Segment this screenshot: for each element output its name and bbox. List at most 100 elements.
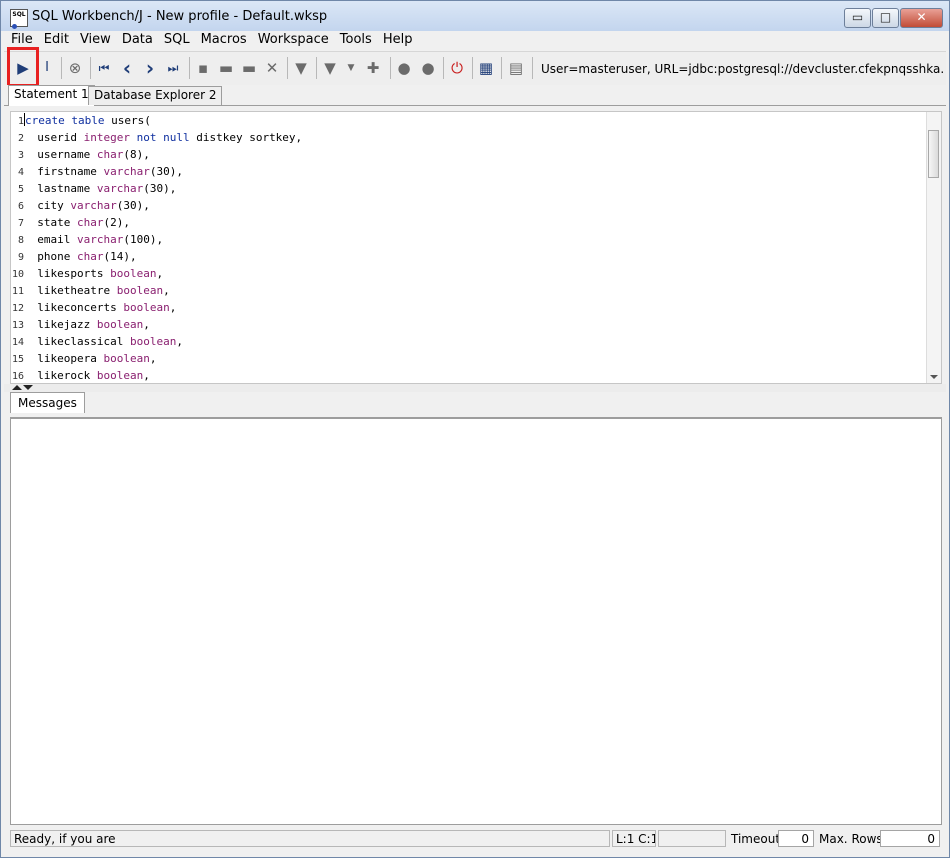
- tab-messages[interactable]: Messages: [10, 392, 85, 413]
- code-token: boolean: [103, 352, 150, 365]
- sql-workbench-app-icon: SQL: [10, 9, 28, 29]
- code-token: varchar: [103, 165, 150, 178]
- toolbar-separator: [501, 57, 502, 79]
- execute-current-icon[interactable]: Ⅰ: [36, 57, 58, 79]
- code-line[interactable]: 2 userid integer not null distkey sortke…: [11, 129, 302, 146]
- toolbar-separator: [532, 57, 533, 79]
- menu-macros[interactable]: Macros: [194, 31, 251, 49]
- code-token: not: [136, 131, 157, 144]
- close-button[interactable]: ✕: [900, 8, 943, 28]
- code-line[interactable]: 12 likeconcerts boolean,: [11, 299, 176, 316]
- maximize-button[interactable]: □: [872, 8, 899, 28]
- save-changes-icon[interactable]: ▪: [192, 57, 214, 79]
- line-number: 9: [17, 252, 24, 263]
- collapse-up-arrow-icon[interactable]: [12, 385, 22, 390]
- menu-data[interactable]: Data: [115, 31, 157, 49]
- code-line[interactable]: 3 username char(8),: [11, 146, 150, 163]
- messages-area[interactable]: [10, 417, 942, 825]
- minimize-button[interactable]: ▭: [844, 8, 871, 28]
- delete-row-icon[interactable]: ✕: [261, 57, 283, 79]
- code-token: phone: [24, 250, 77, 263]
- line-number: 16: [11, 371, 24, 382]
- code-line[interactable]: 4 firstname varchar(30),: [11, 163, 183, 180]
- max-rows-label: Max. Rows:: [819, 832, 887, 846]
- line-number: 8: [17, 235, 24, 246]
- toolbar-separator: [189, 57, 190, 79]
- pane-splitter[interactable]: [4, 384, 946, 392]
- code-token: email: [24, 233, 77, 246]
- pin-icon[interactable]: ✚: [362, 57, 384, 79]
- code-line[interactable]: 6 city varchar(30),: [11, 197, 150, 214]
- timeout-input[interactable]: 0: [778, 830, 814, 847]
- table-icon[interactable]: ▦: [475, 57, 497, 79]
- tab-statement-1[interactable]: Statement 1: [8, 85, 95, 106]
- max-rows-input[interactable]: 0: [880, 830, 940, 847]
- line-number: 5: [17, 184, 24, 195]
- disconnect-icon[interactable]: ⏻: [446, 57, 468, 79]
- status-message: Ready, if you are: [10, 830, 610, 847]
- rollback-icon[interactable]: ●: [417, 57, 439, 79]
- tab-database-explorer-2[interactable]: Database Explorer 2: [88, 86, 223, 105]
- code-line[interactable]: 8 email varchar(100),: [11, 231, 163, 248]
- first-statement-icon[interactable]: ⏮: [93, 57, 115, 79]
- menu-sql[interactable]: SQL: [157, 31, 194, 49]
- line-number: 7: [17, 218, 24, 229]
- line-number: 2: [17, 133, 24, 144]
- toolbar-separator: [316, 57, 317, 79]
- commit-icon[interactable]: ●: [393, 57, 415, 79]
- chevron-down-icon[interactable]: ▼: [340, 57, 362, 79]
- application-window: SQL SQL Workbench/J - New profile - Defa…: [0, 0, 950, 858]
- code-token: (30),: [149, 165, 183, 178]
- code-token: likejazz: [24, 318, 97, 331]
- scrollbar-thumb[interactable]: [928, 130, 939, 178]
- collapse-down-arrow-icon[interactable]: [23, 385, 33, 390]
- code-token: integer: [83, 131, 130, 144]
- code-token: char: [76, 250, 104, 263]
- insert-row-icon[interactable]: ▬: [215, 57, 237, 79]
- menu-workspace[interactable]: Workspace: [251, 31, 333, 49]
- menu-view[interactable]: View: [73, 31, 115, 49]
- last-statement-icon[interactable]: ⏭: [162, 57, 184, 79]
- code-line[interactable]: 5 lastname varchar(30),: [11, 180, 176, 197]
- database-icon[interactable]: ▤: [505, 57, 527, 79]
- code-line[interactable]: 13 likejazz boolean,: [11, 316, 150, 333]
- code-token: (30),: [116, 199, 150, 212]
- code-token: lastname: [24, 182, 97, 195]
- code-line[interactable]: 7 state char(2),: [11, 214, 130, 231]
- code-line[interactable]: 10 likesports boolean,: [11, 265, 163, 282]
- line-number: 3: [17, 150, 24, 161]
- scroll-down-arrow-icon[interactable]: [930, 375, 938, 379]
- menu-edit[interactable]: Edit: [37, 31, 73, 49]
- code-token: varchar: [96, 182, 144, 195]
- code-token: create: [25, 114, 65, 127]
- stop-icon[interactable]: ⊗: [64, 57, 86, 79]
- menu-tools[interactable]: Tools: [333, 31, 376, 49]
- previous-statement-icon[interactable]: ‹: [116, 57, 138, 79]
- code-token: likeconcerts: [24, 301, 124, 314]
- code-token: boolean: [123, 301, 170, 314]
- copy-row-icon[interactable]: ▬: [238, 57, 260, 79]
- connection-info: User=masteruser, URL=jdbc:postgresql://d…: [541, 62, 943, 76]
- code-line[interactable]: 11 liketheatre boolean,: [11, 282, 170, 299]
- editor-vertical-scrollbar[interactable]: [926, 112, 941, 383]
- menu-bar: File Edit View Data SQL Macros Workspace Tools H…: [4, 31, 946, 49]
- code-token: (2),: [103, 216, 130, 229]
- code-token: boolean: [116, 284, 164, 297]
- code-line[interactable]: 15 likeopera boolean,: [11, 350, 157, 367]
- code-line[interactable]: 16 likerock boolean,: [11, 367, 150, 383]
- next-statement-icon[interactable]: ›: [139, 57, 161, 79]
- code-line[interactable]: 1create table users(: [11, 112, 151, 129]
- menu-help[interactable]: Help: [376, 31, 417, 49]
- code-token: boolean: [96, 369, 144, 382]
- code-token: userid: [24, 131, 84, 144]
- code-line[interactable]: 9 phone char(14),: [11, 248, 137, 265]
- line-number: 1: [17, 116, 24, 127]
- filter-menu-icon[interactable]: ▼: [319, 57, 341, 79]
- cursor-position: L:1 C:1: [612, 830, 656, 847]
- line-number: 15: [11, 354, 24, 365]
- title-bar[interactable]: SQL SQL Workbench/J - New profile - Defa…: [1, 1, 949, 31]
- code-line[interactable]: 14 likeclassical boolean,: [11, 333, 183, 350]
- filter-icon[interactable]: ▼: [290, 57, 312, 79]
- sql-editor[interactable]: 1create table users(2 userid integer not…: [10, 111, 942, 384]
